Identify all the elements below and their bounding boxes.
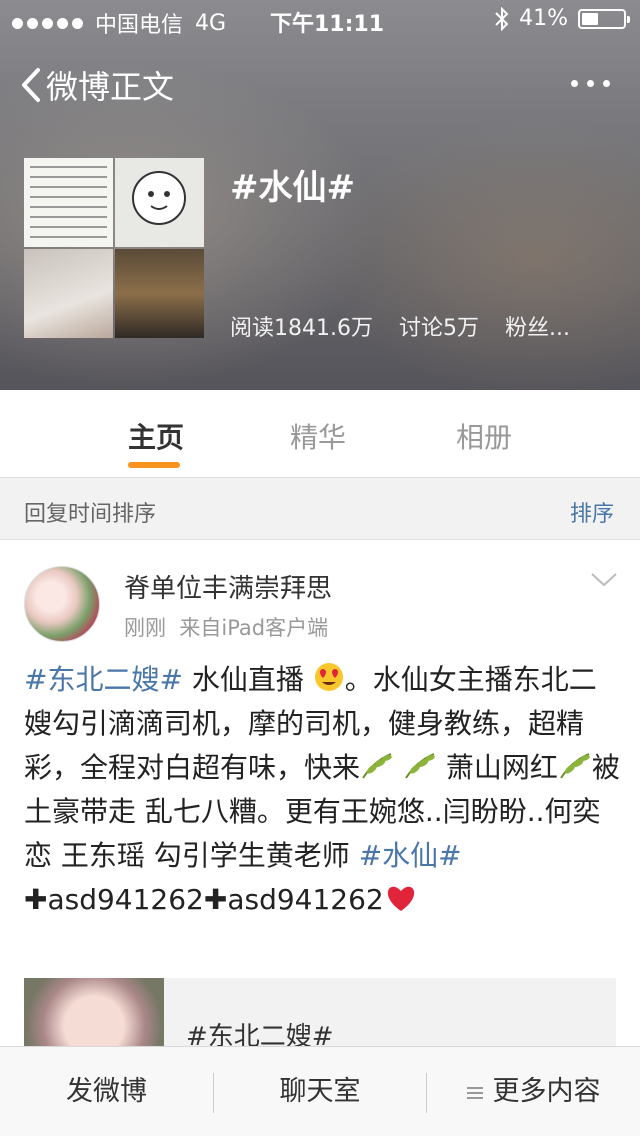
tab-bar: 主页 精华 相册 [0, 390, 640, 478]
post-time: 刚刚 [124, 616, 166, 640]
back-button[interactable]: 微博正文 [20, 62, 174, 108]
tab-album[interactable]: 相册 [456, 416, 512, 456]
hashtag-link[interactable]: #水仙# [359, 839, 462, 872]
network-label: 4G [195, 10, 227, 36]
more-options-icon[interactable] [571, 80, 610, 87]
battery-icon [578, 8, 630, 29]
avatar[interactable] [24, 566, 100, 642]
plus-icon: ✚ [203, 883, 228, 916]
shared-link-card[interactable]: #东北二嫂# [24, 978, 616, 1050]
leaf-emoji-icon [559, 753, 590, 779]
carrier-label: 中国电信 [95, 13, 184, 38]
status-bar: 中国电信 4G 下午11:11 41% [0, 0, 640, 40]
chevron-left-icon [22, 68, 40, 102]
hashtag-link[interactable]: #东北二嫂# [24, 663, 183, 696]
sort-button[interactable]: 排序 [570, 496, 614, 528]
nav-bar: 微博正文 [0, 50, 640, 120]
chevron-down-icon[interactable] [590, 572, 618, 588]
contact-id: asd941262 [47, 883, 204, 916]
battery-percent: 41% [519, 6, 568, 31]
read-count: 阅读1841.6万 [230, 316, 373, 341]
clock: 下午11:11 [270, 12, 385, 37]
back-label: 微博正文 [46, 68, 175, 106]
contact-id: asd941262 [227, 883, 384, 916]
red-heart-icon [387, 886, 414, 911]
sort-label: 回复时间排序 [24, 502, 157, 527]
bottom-toolbar: 发微博 聊天室 更多内容 [0, 1046, 640, 1136]
leaf-emoji-icon [362, 753, 392, 779]
more-content-label: 更多内容 [492, 1076, 601, 1107]
post-body: #东北二嫂# 水仙直播 。水仙女主播东北二嫂勾引滴滴司机，摩的司机，健身教练，超… [24, 658, 622, 922]
topic-cover-image [24, 158, 204, 338]
menu-icon [466, 1086, 483, 1099]
shared-thumbnail [24, 978, 164, 1050]
leaf-emoji-icon [405, 753, 435, 779]
topic-title: #水仙# [230, 168, 355, 208]
topic-header: 中国电信 4G 下午11:11 41% 微博正文 #水仙# 阅读1841.6万 … [0, 0, 640, 390]
post-meta: 刚刚 来自iPad客户端 [124, 612, 328, 642]
heart-eyes-emoji-icon [314, 663, 343, 691]
tab-featured[interactable]: 精华 [290, 416, 346, 456]
discussion-count: 讨论5万 [398, 316, 479, 341]
fans-count: 粉丝... [504, 316, 570, 341]
bluetooth-icon [495, 6, 509, 31]
post-username[interactable]: 脊单位丰满崇拜思 [124, 568, 332, 605]
topic-stats: 阅读1841.6万 讨论5万 粉丝... [230, 310, 570, 342]
post-text-segment: 萧山网红 [436, 751, 558, 784]
signal-icon [12, 17, 83, 29]
compose-button[interactable]: 发微博 [0, 1047, 213, 1136]
post-card[interactable]: 脊单位丰满崇拜思 刚刚 来自iPad客户端 #东北二嫂# 水仙直播 。水仙女主播… [0, 540, 640, 1050]
plus-icon: ✚ [24, 883, 48, 916]
sort-bar: 回复时间排序 排序 [0, 478, 640, 540]
shared-title: #东北二嫂# [186, 1022, 334, 1050]
chat-room-button[interactable]: 聊天室 [214, 1047, 426, 1136]
more-content-button[interactable]: 更多内容 [427, 1047, 640, 1136]
active-tab-indicator [128, 462, 180, 468]
post-text-segment: 水仙直播 [182, 663, 304, 696]
post-source: 来自iPad客户端 [179, 616, 329, 640]
tab-home[interactable]: 主页 [128, 416, 184, 456]
